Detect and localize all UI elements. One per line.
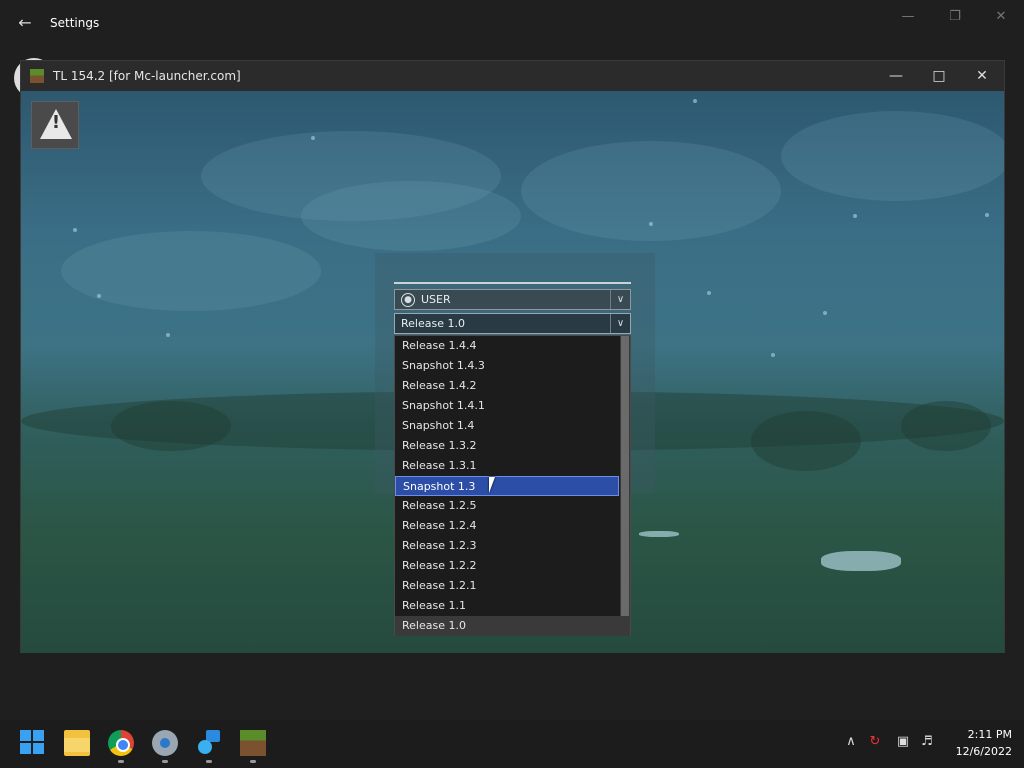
settings-title: Settings xyxy=(50,16,100,30)
clock-time[interactable]: 2:11 PM xyxy=(948,728,1012,741)
version-option[interactable]: Release 1.4.4 xyxy=(395,336,619,356)
launcher-maximize-button[interactable]: □ xyxy=(924,65,954,87)
star xyxy=(693,99,697,103)
taskbar: ∧ ↻ ▣ ♬ 2:11 PM 12/6/2022 xyxy=(0,720,1024,768)
minecraft-launcher-icon[interactable] xyxy=(240,730,266,756)
version-option[interactable]: Release 1.2.4 xyxy=(395,516,619,536)
version-select[interactable]: Release 1.0 ∨ xyxy=(394,313,631,334)
launcher-title: TL 154.2 [for Mc-launcher.com] xyxy=(53,69,241,83)
running-indicator xyxy=(206,760,212,763)
volume-icon[interactable]: ♬ xyxy=(918,734,936,749)
star xyxy=(823,311,827,315)
chrome-icon[interactable] xyxy=(108,730,134,756)
version-dropdown-list[interactable]: Release 1.4.4 Snapshot 1.4.3 Release 1.4… xyxy=(394,335,631,636)
chevron-up-icon[interactable]: ∧ xyxy=(842,734,860,749)
settings-titlebar: ← Settings — ❐ ✕ xyxy=(0,0,1024,48)
file-explorer-icon[interactable] xyxy=(64,730,90,756)
back-arrow-icon[interactable]: ← xyxy=(14,12,36,34)
start-tile xyxy=(20,743,31,754)
running-indicator xyxy=(250,760,256,763)
dropdown-scroll-thumb[interactable] xyxy=(621,336,629,616)
launcher-minimize-button[interactable]: — xyxy=(881,65,911,87)
account-select[interactable]: ● USER ∨ xyxy=(394,289,631,310)
version-option[interactable]: Release 1.2.2 xyxy=(395,556,619,576)
running-indicator xyxy=(162,760,168,763)
account-select-value: USER xyxy=(421,293,451,306)
star xyxy=(649,222,653,226)
settings-restore-button[interactable]: ❐ xyxy=(937,6,973,28)
cloud xyxy=(61,231,321,311)
network-icon[interactable]: ▣ xyxy=(894,734,912,749)
panel-divider xyxy=(394,282,631,284)
version-option[interactable]: Release 1.1 xyxy=(395,596,619,616)
start-tile xyxy=(33,730,44,741)
version-option[interactable]: Release 1.2.1 xyxy=(395,576,619,596)
start-icon[interactable] xyxy=(20,730,46,756)
cloud xyxy=(301,181,521,251)
settings-close-button[interactable]: ✕ xyxy=(983,6,1019,28)
chevron-down-icon[interactable]: ∨ xyxy=(610,290,630,309)
running-indicator xyxy=(118,760,124,763)
launcher-titlebar: TL 154.2 [for Mc-launcher.com] — □ ✕ xyxy=(21,61,1004,91)
launcher-close-button[interactable]: ✕ xyxy=(967,65,997,87)
dropdown-scrollbar[interactable] xyxy=(620,336,630,616)
star xyxy=(985,213,989,217)
version-option[interactable]: Release 1.4.2 xyxy=(395,376,619,396)
version-option-highlighted[interactable]: Snapshot 1.3 xyxy=(395,476,619,496)
version-option[interactable]: Snapshot 1.4.3 xyxy=(395,356,619,376)
version-option[interactable]: Release 1.3.1 xyxy=(395,456,619,476)
snow-patch xyxy=(821,551,901,571)
version-option[interactable]: Release 1.2.5 xyxy=(395,496,619,516)
sync-icon[interactable]: ↻ xyxy=(866,734,884,749)
clock-date[interactable]: 12/6/2022 xyxy=(948,745,1012,758)
user-circle-icon: ● xyxy=(401,293,415,307)
star xyxy=(853,214,857,218)
tree xyxy=(901,401,991,451)
minecraft-block-icon xyxy=(30,69,44,83)
mouse-cursor-icon xyxy=(489,477,495,493)
star xyxy=(771,353,775,357)
settings-gear-icon[interactable] xyxy=(152,730,178,756)
star xyxy=(97,294,101,298)
version-option[interactable]: Release 1.3.2 xyxy=(395,436,619,456)
snow-patch xyxy=(639,531,679,537)
star xyxy=(311,136,315,140)
warning-button[interactable]: ! xyxy=(31,101,79,149)
people-icon[interactable] xyxy=(196,730,222,756)
star xyxy=(166,333,170,337)
version-option[interactable]: Release 1.2.3 xyxy=(395,536,619,556)
version-select-value: Release 1.0 xyxy=(401,317,465,330)
settings-minimize-button[interactable]: — xyxy=(890,6,926,28)
star xyxy=(707,291,711,295)
version-option[interactable]: Snapshot 1.4.1 xyxy=(395,396,619,416)
tree xyxy=(111,401,231,451)
version-option[interactable]: Snapshot 1.4 xyxy=(395,416,619,436)
warning-exclamation: ! xyxy=(51,112,61,133)
tree xyxy=(751,411,861,471)
version-option-current[interactable]: Release 1.0 xyxy=(395,616,630,636)
star xyxy=(73,228,77,232)
cloud xyxy=(521,141,781,241)
start-tile xyxy=(20,730,31,741)
chevron-down-icon[interactable]: ∨ xyxy=(610,314,630,333)
cloud xyxy=(781,111,1004,201)
start-tile xyxy=(33,743,44,754)
